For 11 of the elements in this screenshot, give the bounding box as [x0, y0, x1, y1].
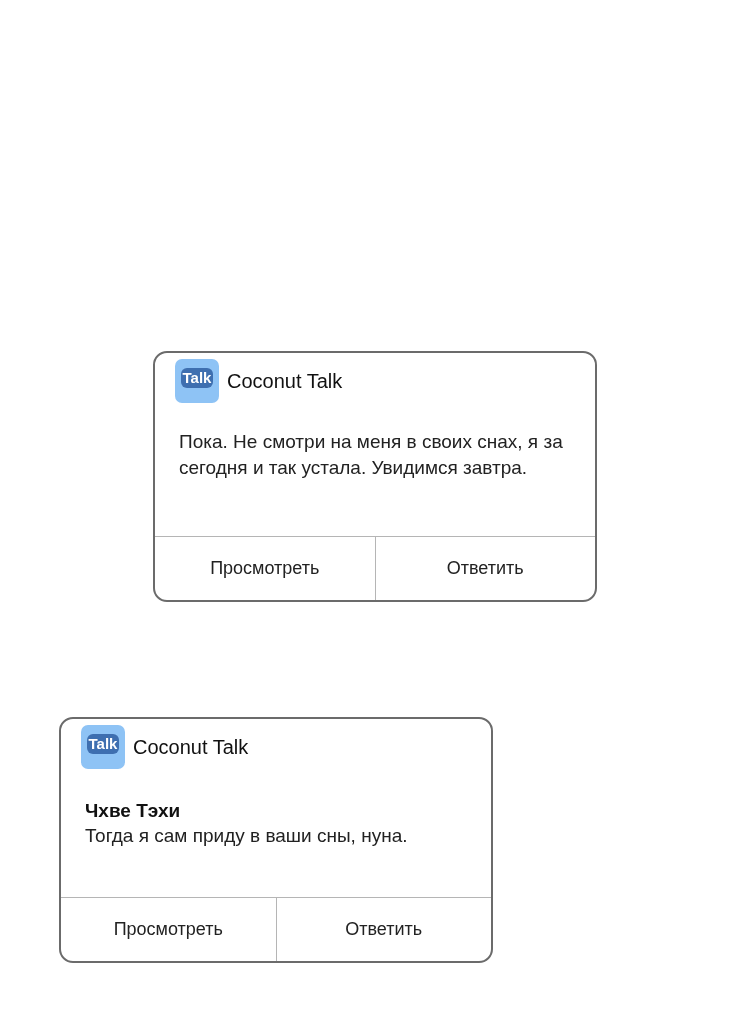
action-button[interactable]: Ответить — [374, 537, 595, 600]
sender-name: Чхве Тэхи — [85, 799, 182, 823]
app-icon-label: Talk — [86, 734, 120, 754]
app-name: Coconut Talk — [133, 735, 249, 760]
app-icon-label: Talk — [180, 368, 214, 388]
action-button[interactable]: Просмотреть — [155, 537, 375, 600]
action-button[interactable]: Ответить — [275, 898, 491, 961]
app-name: Coconut Talk — [227, 369, 343, 394]
action-button[interactable]: Просмотреть — [61, 898, 276, 961]
message-text: Тогда я сам приду в ваши сны, нуна. — [85, 824, 409, 848]
message-text: Пока. Не смотри на меня в своих снах, я за сегодня и так устала. Увидимся завтра. — [179, 430, 564, 480]
